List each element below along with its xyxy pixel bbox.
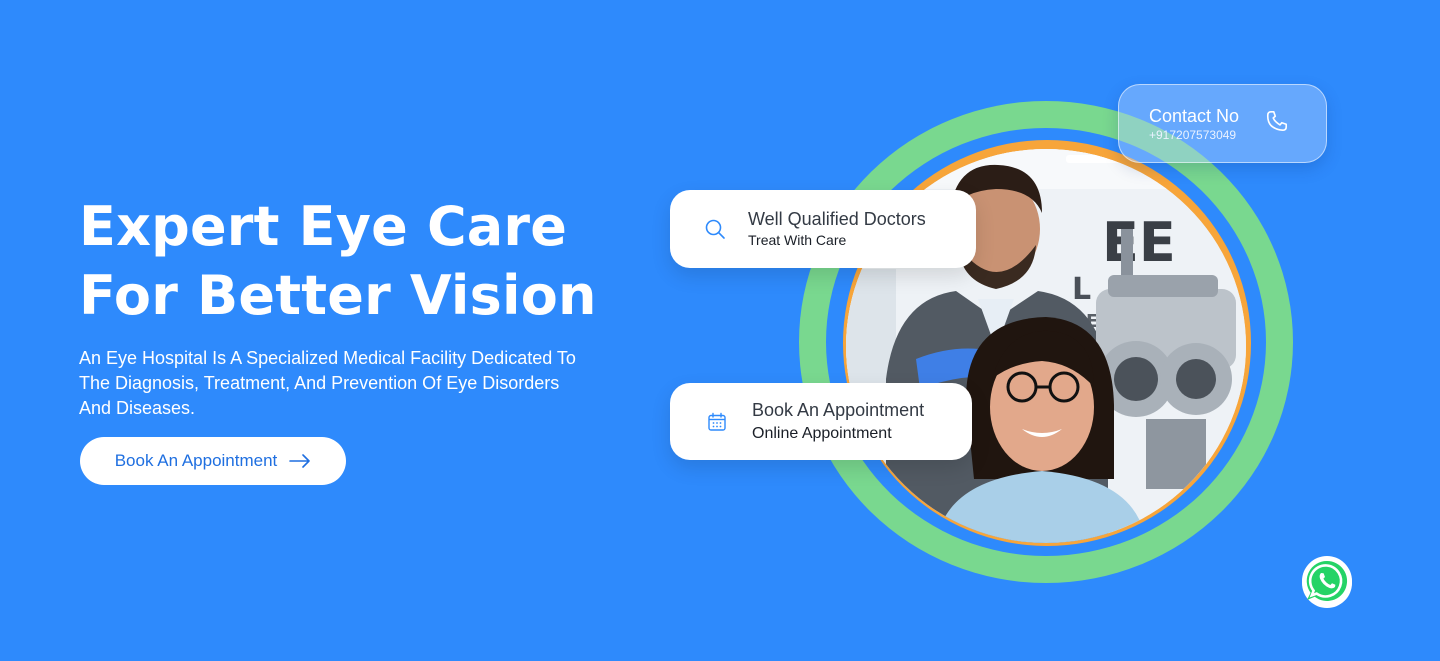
whatsapp-button[interactable] bbox=[1302, 555, 1352, 611]
eye-chart-row-1: EE bbox=[1102, 211, 1176, 274]
contact-card[interactable]: Contact No +917207573049 bbox=[1118, 84, 1327, 163]
appointment-card-subtitle: Online Appointment bbox=[752, 424, 892, 442]
book-appointment-label: Book An Appointment bbox=[114, 451, 278, 470]
whatsapp-icon bbox=[1302, 555, 1352, 611]
calendar-icon bbox=[700, 412, 734, 432]
book-appointment-button[interactable]: Book An Appointment bbox=[80, 437, 346, 485]
hero-title-line-1: Expert Eye Care bbox=[79, 195, 568, 258]
hero-description: An Eye Hospital Is A Specialized Medical… bbox=[79, 348, 576, 418]
phone-icon[interactable] bbox=[1264, 108, 1290, 139]
arrow-right-icon bbox=[289, 454, 311, 468]
doctors-card-subtitle: Treat With Care bbox=[748, 232, 847, 248]
doctors-card-title: Well Qualified Doctors bbox=[748, 209, 926, 229]
hero-section: Expert Eye Care For Better Vision An Eye… bbox=[0, 0, 1440, 661]
appointment-card-title: Book An Appointment bbox=[752, 399, 925, 420]
contact-title: Contact No bbox=[1149, 105, 1240, 126]
doctors-card: Well Qualified Doctors Treat With Care bbox=[670, 190, 976, 268]
contact-number[interactable]: +917207573049 bbox=[1149, 127, 1239, 143]
hero-title-line-2: For Better Vision bbox=[79, 264, 597, 327]
hero-title: Expert Eye Care For Better Vision bbox=[79, 192, 639, 330]
appointment-card[interactable]: Book An Appointment Online Appointment bbox=[670, 383, 972, 460]
search-icon bbox=[698, 218, 732, 240]
